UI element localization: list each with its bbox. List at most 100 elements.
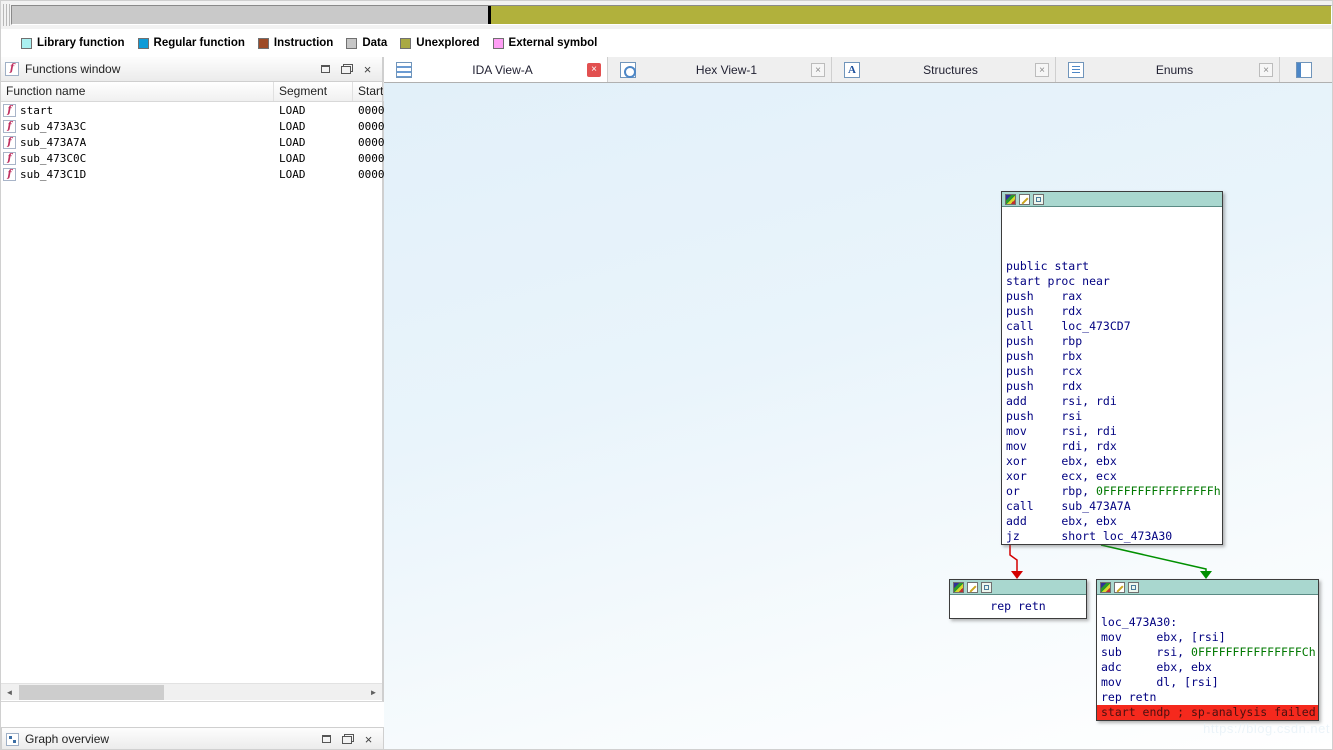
asm-line[interactable]: call sub_473A7A xyxy=(1002,499,1222,514)
asm-line[interactable]: xor ecx, ecx xyxy=(1002,469,1222,484)
asm-line[interactable]: adc ebx, ebx xyxy=(1097,660,1318,675)
horizontal-scrollbar[interactable]: ◄ ► xyxy=(1,683,382,700)
function-row[interactable]: fsub_473A3C LOAD 0000 xyxy=(1,118,382,134)
asm-line[interactable]: start endp ; sp-analysis failed xyxy=(1097,705,1318,720)
legend-item-instruction: Instruction xyxy=(258,37,333,49)
asm-line[interactable]: start proc near xyxy=(1002,274,1222,289)
block-edit-icon[interactable] xyxy=(1019,194,1030,205)
asm-line[interactable]: xor ebx, ebx xyxy=(1002,454,1222,469)
tab-close-icon[interactable]: × xyxy=(587,63,601,77)
basic-block-rep-retn[interactable]: rep retn xyxy=(949,579,1087,619)
function-row[interactable]: fstart LOAD 0000 xyxy=(1,102,382,118)
asm-line[interactable]: add ebx, ebx xyxy=(1002,514,1222,529)
tab-ida-view[interactable]: IDA View-A × xyxy=(384,57,608,82)
tab-imports[interactable] xyxy=(1280,57,1333,82)
asm-text: mov ebx, [rsi] xyxy=(1101,630,1226,644)
asm-text: push rsi xyxy=(1006,409,1082,423)
asm-line[interactable]: call loc_473CD7 xyxy=(1002,319,1222,334)
tab-label: Enums xyxy=(1090,63,1259,77)
block-group-icon[interactable] xyxy=(981,582,992,593)
float-button[interactable] xyxy=(337,730,358,749)
tab-close-icon[interactable]: × xyxy=(811,63,825,77)
asm-line[interactable]: mov rdi, rdx xyxy=(1002,439,1222,454)
asm-line[interactable]: mov rsi, rdi xyxy=(1002,424,1222,439)
close-button[interactable]: × xyxy=(357,60,378,79)
block-titlebar[interactable] xyxy=(1097,580,1318,595)
basic-block-loc-473A30[interactable]: loc_473A30:mov ebx, [rsi]sub rsi, 0FFFFF… xyxy=(1096,579,1319,721)
asm-text: rep retn xyxy=(990,599,1045,613)
functions-window-icon: f xyxy=(5,62,19,76)
watermark: https://blog.csdn.net xyxy=(1203,721,1330,736)
asm-line[interactable]: loc_473A30: xyxy=(1097,615,1318,630)
graph-overview-titlebar[interactable]: Graph overview × xyxy=(1,727,384,750)
asm-text: push rax xyxy=(1006,289,1082,303)
column-function-name[interactable]: Function name xyxy=(1,82,274,101)
asm-line[interactable]: rep retn xyxy=(1097,690,1318,705)
scroll-left-icon[interactable]: ◄ xyxy=(1,684,18,701)
library-color-swatch xyxy=(21,38,32,49)
navigation-toolbar xyxy=(1,1,1333,29)
legend-label: Unexplored xyxy=(416,37,479,49)
function-segment: LOAD xyxy=(274,104,353,117)
asm-text: sub rsi, xyxy=(1101,645,1191,659)
block-group-icon[interactable] xyxy=(1128,582,1139,593)
asm-line[interactable]: push rax xyxy=(1002,289,1222,304)
legend-item-regular: Regular function xyxy=(138,37,245,49)
tab-close-icon[interactable]: × xyxy=(1259,63,1273,77)
asm-line[interactable]: add rsi, rdi xyxy=(1002,394,1222,409)
tab-label: Structures xyxy=(866,63,1035,77)
close-button[interactable]: × xyxy=(358,730,379,749)
block-color-icon[interactable] xyxy=(953,582,964,593)
function-row[interactable]: fsub_473C0C LOAD 0000 xyxy=(1,150,382,166)
asm-line[interactable]: rep retn xyxy=(950,599,1086,614)
column-segment[interactable]: Segment xyxy=(274,82,353,101)
column-start[interactable]: Start xyxy=(353,82,384,101)
asm-line[interactable]: push rdx xyxy=(1002,379,1222,394)
scrollbar-thumb[interactable] xyxy=(19,685,164,700)
tab-enums[interactable]: Enums × xyxy=(1056,57,1280,82)
tab-structures[interactable]: Structures × xyxy=(832,57,1056,82)
tab-hex-view[interactable]: Hex View-1 × xyxy=(608,57,832,82)
navigation-band[interactable] xyxy=(11,5,1332,25)
block-titlebar[interactable] xyxy=(950,580,1086,595)
function-name: sub_473A3C xyxy=(20,120,86,133)
scroll-right-icon[interactable]: ► xyxy=(365,684,382,701)
functions-window-titlebar[interactable]: f Functions window × xyxy=(1,57,382,82)
asm-line[interactable]: mov ebx, [rsi] xyxy=(1097,630,1318,645)
asm-line[interactable]: mov dl, [rsi] xyxy=(1097,675,1318,690)
block-color-icon[interactable] xyxy=(1005,194,1016,205)
asm-line[interactable]: jz short loc_473A30 xyxy=(1002,529,1222,544)
block-group-icon[interactable] xyxy=(1033,194,1044,205)
float-button[interactable] xyxy=(336,60,357,79)
restore-button[interactable] xyxy=(315,60,336,79)
function-start: 0000 xyxy=(353,136,384,149)
asm-line[interactable]: push rbx xyxy=(1002,349,1222,364)
toolbar-drag-handle[interactable] xyxy=(3,4,10,26)
asm-line[interactable]: push rcx xyxy=(1002,364,1222,379)
function-row[interactable]: fsub_473C1D LOAD 0000 xyxy=(1,166,382,182)
asm-line[interactable]: push rbp xyxy=(1002,334,1222,349)
asm-text: push rbp xyxy=(1006,334,1082,348)
function-icon: f xyxy=(3,152,16,165)
restore-button[interactable] xyxy=(316,730,337,749)
basic-block-start[interactable]: public startstart proc nearpush raxpush … xyxy=(1001,191,1223,545)
block-edit-icon[interactable] xyxy=(1114,582,1125,593)
graph-overview-title: Graph overview xyxy=(25,732,316,746)
function-start: 0000 xyxy=(353,120,384,133)
block-edit-icon[interactable] xyxy=(967,582,978,593)
block-titlebar[interactable] xyxy=(1002,192,1222,207)
asm-line[interactable]: or rbp, 0FFFFFFFFFFFFFFFFh xyxy=(1002,484,1222,499)
function-row[interactable]: fsub_473A7A LOAD 0000 xyxy=(1,134,382,150)
function-segment: LOAD xyxy=(274,120,353,133)
legend-item-external: External symbol xyxy=(493,37,598,49)
asm-line[interactable]: push rsi xyxy=(1002,409,1222,424)
asm-line[interactable]: push rdx xyxy=(1002,304,1222,319)
legend-item-data: Data xyxy=(346,37,387,49)
block-color-icon[interactable] xyxy=(1100,582,1111,593)
graph-view[interactable]: public startstart proc nearpush raxpush … xyxy=(384,83,1333,750)
ida-view-icon xyxy=(396,62,412,78)
float-icon xyxy=(342,734,354,744)
tab-close-icon[interactable]: × xyxy=(1035,63,1049,77)
asm-line[interactable]: sub rsi, 0FFFFFFFFFFFFFFFCh xyxy=(1097,645,1318,660)
asm-line[interactable]: public start xyxy=(1002,259,1222,274)
